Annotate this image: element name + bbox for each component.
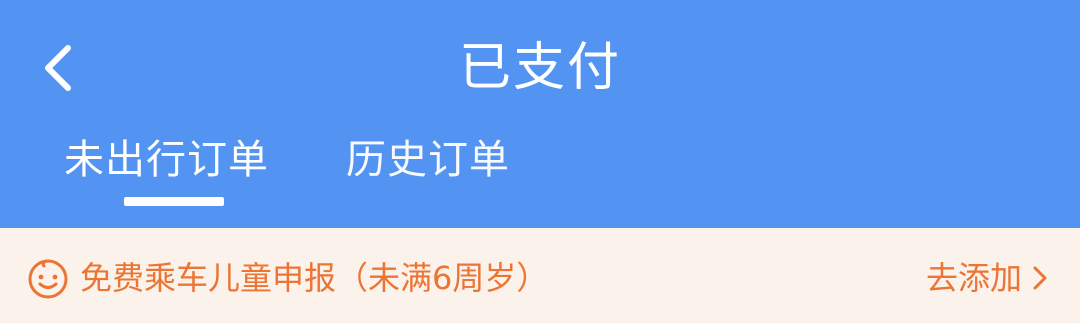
tab-history-orders[interactable]: 历史订单	[346, 132, 510, 188]
header-bar: 已支付 未出行订单 历史订单	[0, 0, 1080, 228]
chevron-right-icon	[1030, 263, 1050, 293]
active-tab-indicator	[124, 197, 224, 206]
child-ticket-notice-text: 免费乘车儿童申报（未满6周岁）	[80, 259, 549, 297]
screen: 已支付 未出行订单 历史订单 免费乘车儿童申报（未满6周岁） 去添加	[0, 0, 1080, 323]
add-child-label: 去添加	[925, 259, 1022, 297]
tab-upcoming-orders[interactable]: 未出行订单	[64, 132, 269, 188]
child-face-icon	[26, 256, 70, 300]
add-child-button[interactable]: 去添加	[926, 252, 1050, 304]
page-title: 已支付	[458, 38, 621, 98]
